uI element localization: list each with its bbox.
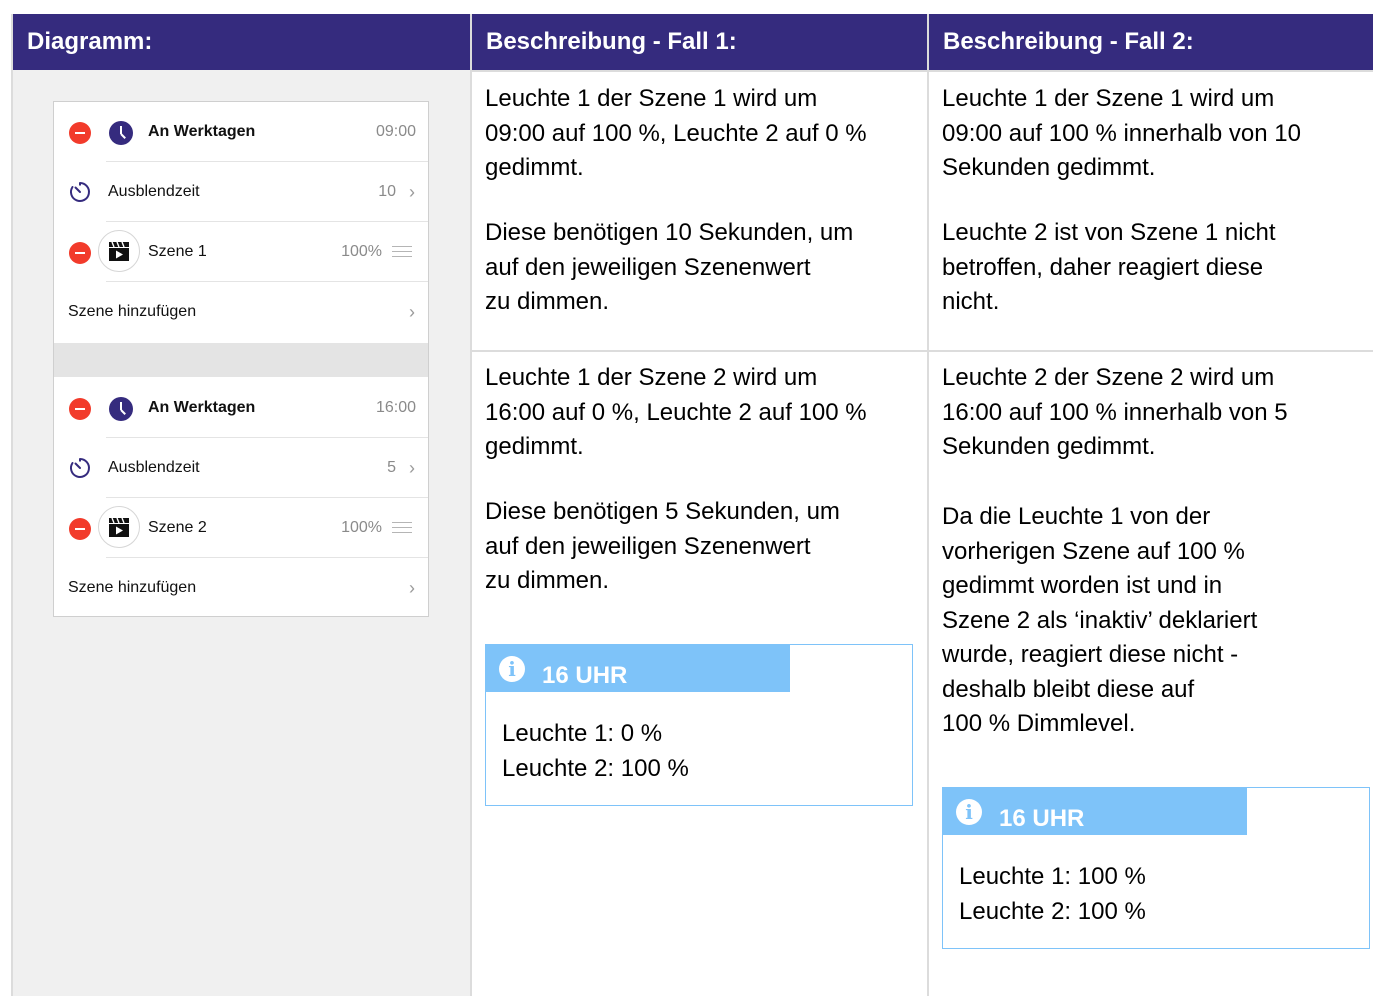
case2-row1-paragraph1: Leuchte 1 der Szene 1 wird um 09:00 auf 1…	[942, 85, 1301, 181]
schedule-label: An Werktagen	[148, 399, 256, 416]
clock-icon	[109, 121, 133, 145]
fade-time-label: Ausblendzeit	[108, 183, 200, 200]
info-title: 16 UHR	[999, 805, 1085, 832]
row-divider	[472, 350, 1373, 352]
header-bottom-rule	[472, 70, 1373, 72]
scene-value: 100%	[341, 519, 382, 536]
schedule-label: An Werktagen	[148, 123, 256, 140]
add-scene-label: Szene hinzufügen	[68, 579, 197, 596]
fade-time-label: Ausblendzeit	[108, 459, 200, 476]
scene-label: Szene 1	[148, 243, 207, 260]
drag-handle-icon[interactable]	[392, 246, 412, 257]
info-box-case2: 16 UHR Leuchte 1: 100 %Leuchte 2: 100 %	[942, 787, 1370, 949]
drag-handle-icon[interactable]	[392, 522, 412, 533]
clock-icon	[109, 397, 133, 421]
info-icon	[499, 656, 525, 682]
section-gap	[54, 343, 428, 377]
scene-value: 100%	[341, 243, 382, 260]
header-case-2: Beschreibung - Fall 2:	[929, 14, 1373, 70]
header-case-1: Beschreibung - Fall 1:	[472, 14, 927, 70]
header-diagram: Diagramm:	[13, 14, 470, 70]
info-box-case1: 16 UHR Leuchte 1: 0 %Leuchte 2: 100 %	[485, 644, 913, 806]
fade-time-row[interactable]: Ausblendzeit 10 ›	[54, 162, 428, 222]
fade-time-value: 10	[378, 183, 396, 200]
info-header: 16 UHR	[486, 645, 790, 692]
chevron-right-icon: ›	[409, 302, 415, 322]
case2-row1-paragraph2: Leuchte 2 ist von Szene 1 nicht betroffen…	[942, 219, 1276, 315]
case1-row2-paragraph1: Leuchte 1 der Szene 2 wird um 16:00 auf 0…	[485, 364, 867, 460]
timer-icon	[70, 458, 90, 478]
add-scene-label: Szene hinzufügen	[68, 303, 197, 320]
schedule-row[interactable]: An Werktagen 09:00	[54, 102, 428, 162]
column-divider	[11, 14, 13, 996]
chevron-right-icon: ›	[409, 578, 415, 598]
info-title: 16 UHR	[542, 662, 628, 689]
scene-label: Szene 2	[148, 519, 207, 536]
scene-row[interactable]: Szene 2 100%	[54, 498, 428, 558]
scene-icon	[98, 230, 140, 272]
schedule-row[interactable]: An Werktagen 16:00	[54, 378, 428, 438]
chevron-right-icon: ›	[409, 458, 415, 478]
info-body: Leuchte 1: 100 % Leuchte 2: 100 %	[959, 863, 1146, 925]
case1-row1-paragraph2: Diese benötigen 10 Sekunden, um auf den j…	[485, 219, 854, 315]
chevron-right-icon: ›	[409, 182, 415, 202]
fade-time-value: 5	[387, 459, 396, 476]
automation-panel: An Werktagen 09:00 Ausblendzeit 10 › Sze…	[53, 101, 429, 617]
add-scene-row[interactable]: Szene hinzufügen ›	[54, 282, 428, 342]
info-header: 16 UHR	[943, 788, 1247, 835]
info-body: Leuchte 1: 0 % Leuchte 2: 100 %	[502, 720, 689, 782]
scene-row[interactable]: Szene 1 100%	[54, 222, 428, 282]
remove-icon[interactable]	[69, 518, 91, 540]
remove-icon[interactable]	[69, 122, 91, 144]
remove-icon[interactable]	[69, 398, 91, 420]
column-divider	[927, 14, 929, 996]
schedule-time: 16:00	[375, 399, 416, 416]
fade-time-row[interactable]: Ausblendzeit 5 ›	[54, 438, 428, 498]
scene-icon	[98, 506, 140, 548]
schedule-time: 09:00	[375, 123, 416, 140]
remove-icon[interactable]	[69, 242, 91, 264]
case2-row2-paragraph1: Leuchte 2 der Szene 2 wird um 16:00 auf 1…	[942, 364, 1288, 460]
timer-icon	[70, 182, 90, 202]
info-icon	[956, 799, 982, 825]
column-divider	[470, 14, 472, 996]
add-scene-row[interactable]: Szene hinzufügen ›	[54, 558, 428, 616]
case1-row1-paragraph1: Leuchte 1 der Szene 1 wird um 09:00 auf 1…	[485, 85, 867, 181]
case2-row2-paragraph2: Da die Leuchte 1 von der vorherigen Szene…	[942, 503, 1258, 737]
case1-row2-paragraph2: Diese benötigen 5 Sekunden, um auf den je…	[485, 498, 840, 594]
